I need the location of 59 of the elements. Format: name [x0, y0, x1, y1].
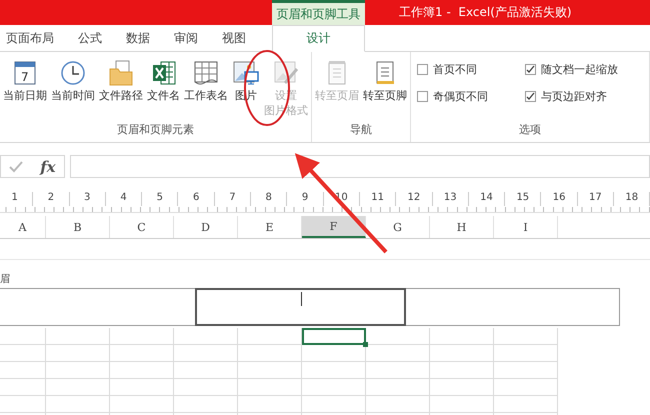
option-checkbox[interactable]: 奇偶页不同	[417, 89, 513, 104]
column-header[interactable]: G	[366, 216, 430, 238]
time-button[interactable]: 当前时间	[50, 56, 96, 122]
sheet-icon	[193, 59, 219, 87]
ruler-number: 1	[0, 192, 34, 206]
window-title: 工作簿1 - Excel(产品激活失败)	[399, 4, 572, 21]
ruler-number: 7	[214, 192, 252, 206]
ruler-number: 3	[70, 192, 106, 206]
group-label: 导航	[349, 122, 373, 138]
insert-function-button[interactable]: fx	[40, 158, 56, 176]
ribbon-tab[interactable]: 设计	[272, 25, 365, 52]
header-area-label: 眉	[0, 273, 10, 286]
column-header[interactable]: H	[430, 216, 494, 238]
folder-icon	[108, 59, 134, 87]
column-header[interactable]: B	[46, 216, 110, 238]
picture-icon	[232, 59, 260, 87]
ruler-number: 2	[33, 192, 70, 206]
option-checkbox[interactable]: 随文档一起缩放	[525, 62, 643, 77]
column-header[interactable]: C	[110, 216, 174, 238]
ruler-number: 11	[360, 192, 396, 206]
ribbon-tab[interactable]: 公式	[72, 25, 108, 51]
footer-button[interactable]: 转至页脚	[362, 56, 408, 122]
ruler-number: 12	[396, 192, 433, 206]
folder-button[interactable]: 文件路径	[98, 56, 144, 122]
ruler-number: 16	[541, 192, 578, 206]
check-icon[interactable]	[9, 160, 24, 172]
ruler-number: 8	[251, 192, 288, 206]
ruler-number: 14	[468, 192, 506, 206]
column-header[interactable]: D	[174, 216, 238, 238]
group-label: 页眉和页脚元素	[116, 122, 195, 138]
ruler-number: 4	[106, 192, 142, 206]
option-checkbox[interactable]: 与页边距对齐	[525, 89, 643, 104]
column-header[interactable]: I	[494, 216, 558, 238]
option-checkbox[interactable]: 首页不同	[417, 62, 513, 77]
formula-input[interactable]	[70, 155, 650, 178]
ruler-number: 13	[432, 192, 469, 206]
ruler-number: 15	[505, 192, 542, 206]
contextual-tab-group: 页眉和页脚工具	[272, 0, 365, 25]
group-label: 选项	[518, 122, 542, 138]
ribbon-tab[interactable]: 视图	[216, 25, 252, 51]
ribbon-tab[interactable]: 页面布局	[0, 25, 60, 51]
format-icon	[273, 59, 299, 87]
ribbon-tab[interactable]: 审阅	[168, 25, 204, 51]
excel-icon	[150, 59, 176, 87]
date-button[interactable]: 7 当前日期	[2, 56, 48, 122]
ruler-number: 5	[142, 192, 178, 206]
date-icon: 7	[12, 59, 38, 87]
ribbon-tab[interactable]: 数据	[120, 25, 156, 51]
sheet-button[interactable]: 工作表名	[183, 56, 229, 122]
ruler-number: 6	[178, 192, 215, 206]
ruler-number: 17	[578, 192, 614, 206]
excel-button[interactable]: 文件名	[146, 56, 181, 122]
ruler-number: 9	[287, 192, 324, 206]
fill-handle[interactable]	[363, 342, 368, 347]
column-header[interactable]: A	[0, 216, 46, 238]
ruler-number: 18	[614, 192, 650, 206]
column-header[interactable]: F	[302, 216, 366, 238]
time-icon	[60, 59, 86, 87]
selected-cell[interactable]	[302, 328, 366, 345]
